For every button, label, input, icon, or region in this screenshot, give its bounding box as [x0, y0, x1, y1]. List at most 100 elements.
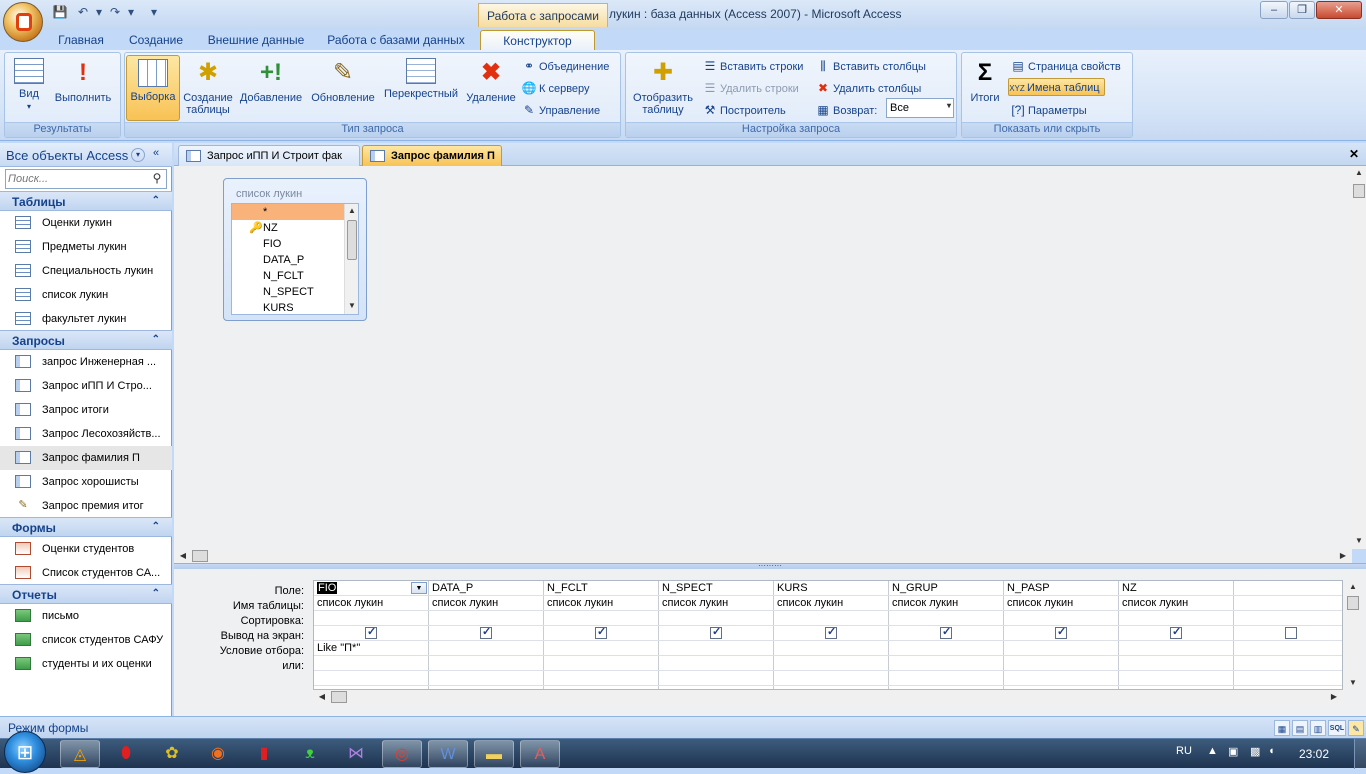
grid-cell-table[interactable]: список лукин: [889, 596, 1004, 611]
scroll-up-icon[interactable]: ▲: [1352, 166, 1366, 180]
nav-item-query[interactable]: Запрос итоги: [0, 398, 172, 422]
tray-expand-icon[interactable]: ▲: [1207, 745, 1218, 757]
nav-section-reports[interactable]: Отчеты ⌃: [0, 584, 172, 604]
undo-dropdown-icon[interactable]: ▾: [91, 5, 107, 21]
design-view-button[interactable]: ✎: [1348, 720, 1364, 736]
tab-home[interactable]: Главная: [50, 30, 112, 50]
nav-item-query[interactable]: Запрос хорошисты: [0, 470, 172, 494]
scroll-thumb[interactable]: [331, 691, 347, 703]
grid-cell-or[interactable]: [1119, 656, 1234, 671]
grid-cell-empty[interactable]: [429, 671, 544, 686]
nav-section-forms[interactable]: Формы ⌃: [0, 517, 172, 537]
select-query-button[interactable]: Выборка: [126, 55, 180, 121]
grid-cell-field[interactable]: DATA_P: [429, 581, 544, 596]
field-list-item[interactable]: DATA_P: [232, 252, 344, 268]
show-checkbox[interactable]: [1285, 627, 1297, 639]
taskbar-app-acrobat[interactable]: ▮: [244, 740, 284, 768]
pass-through-query-button[interactable]: 🌐 К серверу: [521, 79, 590, 97]
grid-cell-or[interactable]: [544, 656, 659, 671]
grid-cell-field[interactable]: [1234, 581, 1342, 596]
grid-cell-sort[interactable]: [774, 611, 889, 626]
tab-external-data[interactable]: Внешние данные: [200, 30, 312, 50]
grid-cell-criteria[interactable]: [889, 641, 1004, 656]
pivot-table-view-button[interactable]: ▤: [1292, 720, 1308, 736]
field-list-item-key[interactable]: 🔑 NZ: [232, 220, 344, 236]
grid-cell-empty[interactable]: [889, 671, 1004, 686]
return-values-select[interactable]: Все ▾: [886, 98, 954, 118]
grid-cell-field[interactable]: N_GRUP: [889, 581, 1004, 596]
scroll-down-icon[interactable]: ▼: [1352, 534, 1366, 548]
nav-menu-chevron-icon[interactable]: ▾: [131, 148, 145, 162]
grid-horizontal-scrollbar[interactable]: ◀ ▶: [313, 690, 1343, 704]
close-button[interactable]: ✕: [1316, 1, 1362, 19]
grid-cell-sort[interactable]: [429, 611, 544, 626]
data-definition-query-button[interactable]: ✎ Управление: [521, 101, 600, 119]
nav-item-query-selected[interactable]: Запрос фамилия П: [0, 446, 172, 470]
nav-item-form[interactable]: Список студентов СА...: [0, 561, 172, 585]
nav-item-report[interactable]: список студентов САФУ: [0, 628, 172, 652]
show-table-button[interactable]: ✚ Отобразить таблицу: [628, 55, 698, 121]
grid-cell-criteria[interactable]: [429, 641, 544, 656]
field-list-item[interactable]: *: [232, 204, 344, 220]
show-checkbox[interactable]: [825, 626, 837, 639]
scroll-thumb[interactable]: [1347, 596, 1359, 610]
view-button[interactable]: Вид ▾: [7, 55, 51, 121]
scroll-left-icon[interactable]: ◀: [315, 690, 329, 704]
grid-cell-sort[interactable]: [314, 611, 429, 626]
grid-cell-field[interactable]: FIO ▼: [314, 581, 429, 596]
scroll-right-icon[interactable]: ▶: [1327, 690, 1341, 704]
grid-cell-field[interactable]: KURS: [774, 581, 889, 596]
tray-volume-icon[interactable]: ◖: [1268, 745, 1275, 757]
taskbar-app-visual-studio[interactable]: ⋈: [336, 740, 376, 768]
nav-item-table[interactable]: Оценки лукин: [0, 211, 172, 235]
doc-tab-query-familiya[interactable]: Запрос фамилия П: [362, 145, 502, 166]
grid-cell-empty[interactable]: [1004, 671, 1119, 686]
grid-cell-or[interactable]: [889, 656, 1004, 671]
grid-cell-table[interactable]: список лукин: [659, 596, 774, 611]
grid-cell-or[interactable]: [1004, 656, 1119, 671]
nav-item-query[interactable]: запрос Инженерная ...: [0, 350, 172, 374]
sql-view-button[interactable]: SQL: [1328, 720, 1346, 736]
field-list-item[interactable]: KURS: [232, 300, 344, 314]
taskbar-app-avast[interactable]: ◬: [60, 740, 100, 768]
grid-cell-criteria[interactable]: [774, 641, 889, 656]
nav-pane-header[interactable]: Все объекты Access ▾ «: [0, 143, 172, 167]
crosstab-query-button[interactable]: Перекрестный: [380, 55, 462, 121]
grid-cell-empty[interactable]: [1234, 671, 1342, 686]
table-names-button[interactable]: XYZ Имена таблиц: [1008, 78, 1105, 96]
close-document-icon[interactable]: ✕: [1349, 147, 1359, 161]
make-table-query-button[interactable]: ✱ Создание таблицы: [181, 55, 235, 121]
grid-cell-table[interactable]: список лукин: [774, 596, 889, 611]
field-dropdown-chevron-icon[interactable]: ▼: [411, 582, 427, 594]
grid-cell-field[interactable]: N_PASP: [1004, 581, 1119, 596]
delete-query-button[interactable]: ✖ Удаление: [463, 55, 519, 121]
show-checkbox[interactable]: [1170, 626, 1182, 639]
property-sheet-button[interactable]: ▤ Страница свойств: [1010, 57, 1120, 75]
nav-item-query[interactable]: Запрос иПП И Стро...: [0, 374, 172, 398]
nav-item-table[interactable]: Предметы лукин: [0, 235, 172, 259]
grid-cell-table[interactable]: список лукин: [314, 596, 429, 611]
tray-network-icon[interactable]: ▩: [1250, 745, 1260, 758]
builder-button[interactable]: ⚒ Построитель: [702, 101, 786, 119]
taskbar-app-chrome[interactable]: ◎: [382, 740, 422, 768]
nav-item-report[interactable]: студенты и их оценки: [0, 652, 172, 676]
delete-columns-button[interactable]: ✖ Удалить столбцы: [815, 79, 921, 97]
taskbar-app-icq[interactable]: ✿: [152, 740, 192, 768]
grid-cell-criteria[interactable]: [1119, 641, 1234, 656]
show-checkbox[interactable]: [365, 626, 377, 639]
scroll-thumb[interactable]: [347, 220, 357, 260]
show-checkbox[interactable]: [1055, 626, 1067, 639]
nav-section-queries[interactable]: Запросы ⌃: [0, 330, 172, 350]
show-checkbox[interactable]: [595, 626, 607, 639]
totals-button[interactable]: Σ Итоги: [964, 55, 1006, 121]
taskbar-app-butterfly[interactable]: ᴥ: [290, 740, 330, 768]
nav-item-query[interactable]: ✎ Запрос премия итог: [0, 494, 172, 518]
grid-cell-criteria[interactable]: [1234, 641, 1342, 656]
grid-cell-or[interactable]: [1234, 656, 1342, 671]
grid-cell-field[interactable]: N_SPECT: [659, 581, 774, 596]
nav-search-input[interactable]: [6, 170, 146, 188]
grid-cell-sort[interactable]: [889, 611, 1004, 626]
nav-item-query[interactable]: Запрос Лесохозяйств...: [0, 422, 172, 446]
grid-cell-or[interactable]: [429, 656, 544, 671]
minimize-button[interactable]: –: [1260, 1, 1288, 19]
